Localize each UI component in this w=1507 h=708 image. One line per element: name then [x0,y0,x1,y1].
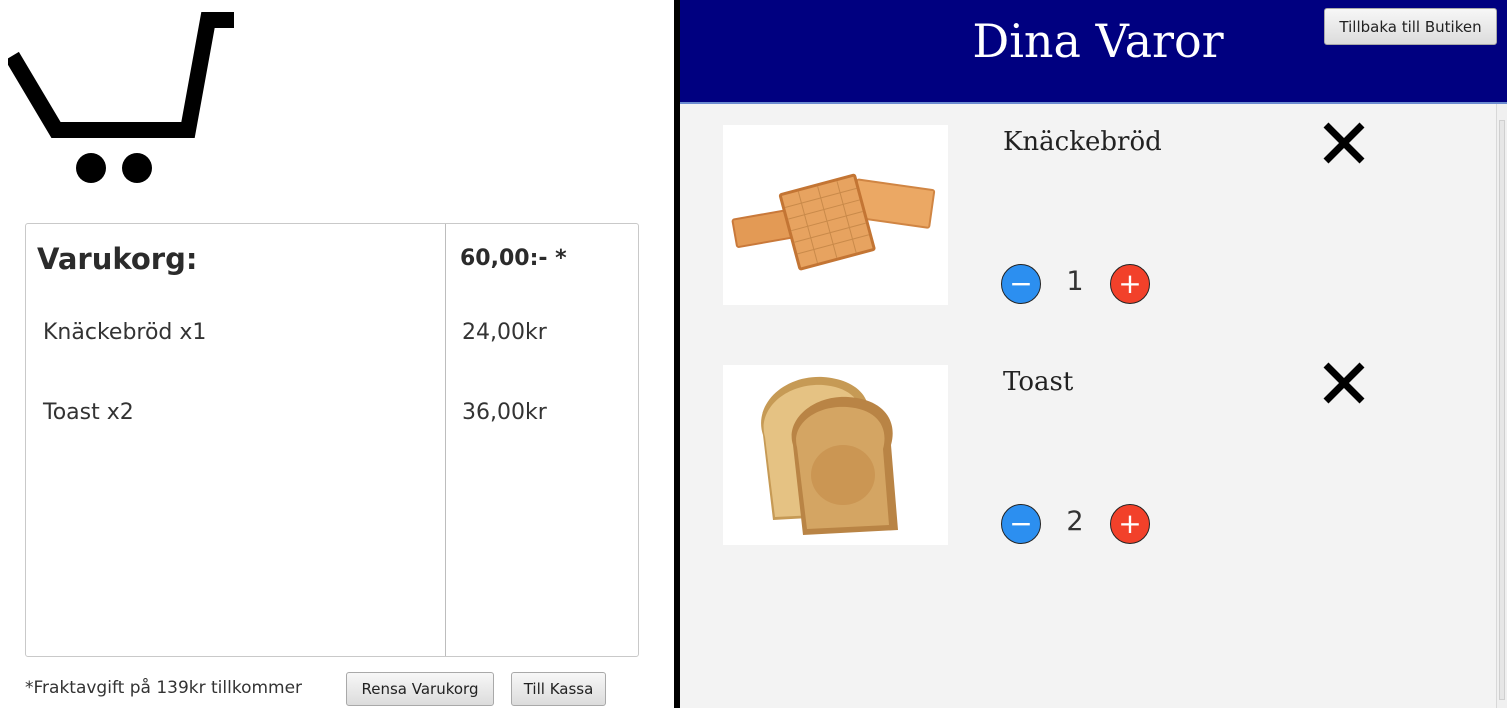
crispbread-image [723,125,948,305]
plus-icon: + [1118,507,1142,540]
plus-icon: + [1118,267,1142,300]
product-name: Knäckebröd [1003,127,1162,157]
cart-item-price: 24,00kr [462,320,547,345]
column-divider [445,224,446,656]
toast-image [723,365,948,545]
cart-item-name: Knäckebröd x1 [43,320,207,345]
product-name: Toast [1003,367,1074,397]
increase-quantity-button[interactable]: + [1110,264,1150,304]
shipping-fee-note: *Fraktavgift på 139kr tillkommer [25,678,303,698]
cart-item-name: Toast x2 [43,400,134,425]
increase-quantity-button[interactable]: + [1110,504,1150,544]
cart-title: Varukorg: [37,242,198,276]
minus-icon: − [1009,507,1033,540]
cart-item-price: 36,00kr [462,400,547,425]
cart-total: 60,00:- * [460,246,567,271]
decrease-quantity-button[interactable]: − [1001,504,1041,544]
quantity-value: 1 [1066,266,1084,297]
quantity-value: 2 [1066,506,1084,537]
close-icon[interactable] [1319,358,1369,408]
checkout-button[interactable]: Till Kassa [511,672,606,706]
scrollbar-thumb[interactable] [1499,120,1505,700]
cart-list: Varukorg: 60,00:- * Knäckebröd x1 24,00k… [25,223,639,657]
scrollbar[interactable] [1496,104,1507,708]
cart-summary-panel: Varukorg: 60,00:- * Knäckebröd x1 24,00k… [0,0,674,708]
back-to-shop-button[interactable]: Tillbaka till Butiken [1324,8,1497,45]
shopping-cart-icon [8,12,234,183]
minus-icon: − [1009,267,1033,300]
close-icon[interactable] [1319,118,1369,168]
clear-cart-button[interactable]: Rensa Varukorg [346,672,494,706]
decrease-quantity-button[interactable]: − [1001,264,1041,304]
header-bar: Dina Varor Tillbaka till Butiken [680,0,1507,104]
your-items-panel: Dina Varor Tillbaka till Butiken Knäckeb… [680,0,1507,708]
